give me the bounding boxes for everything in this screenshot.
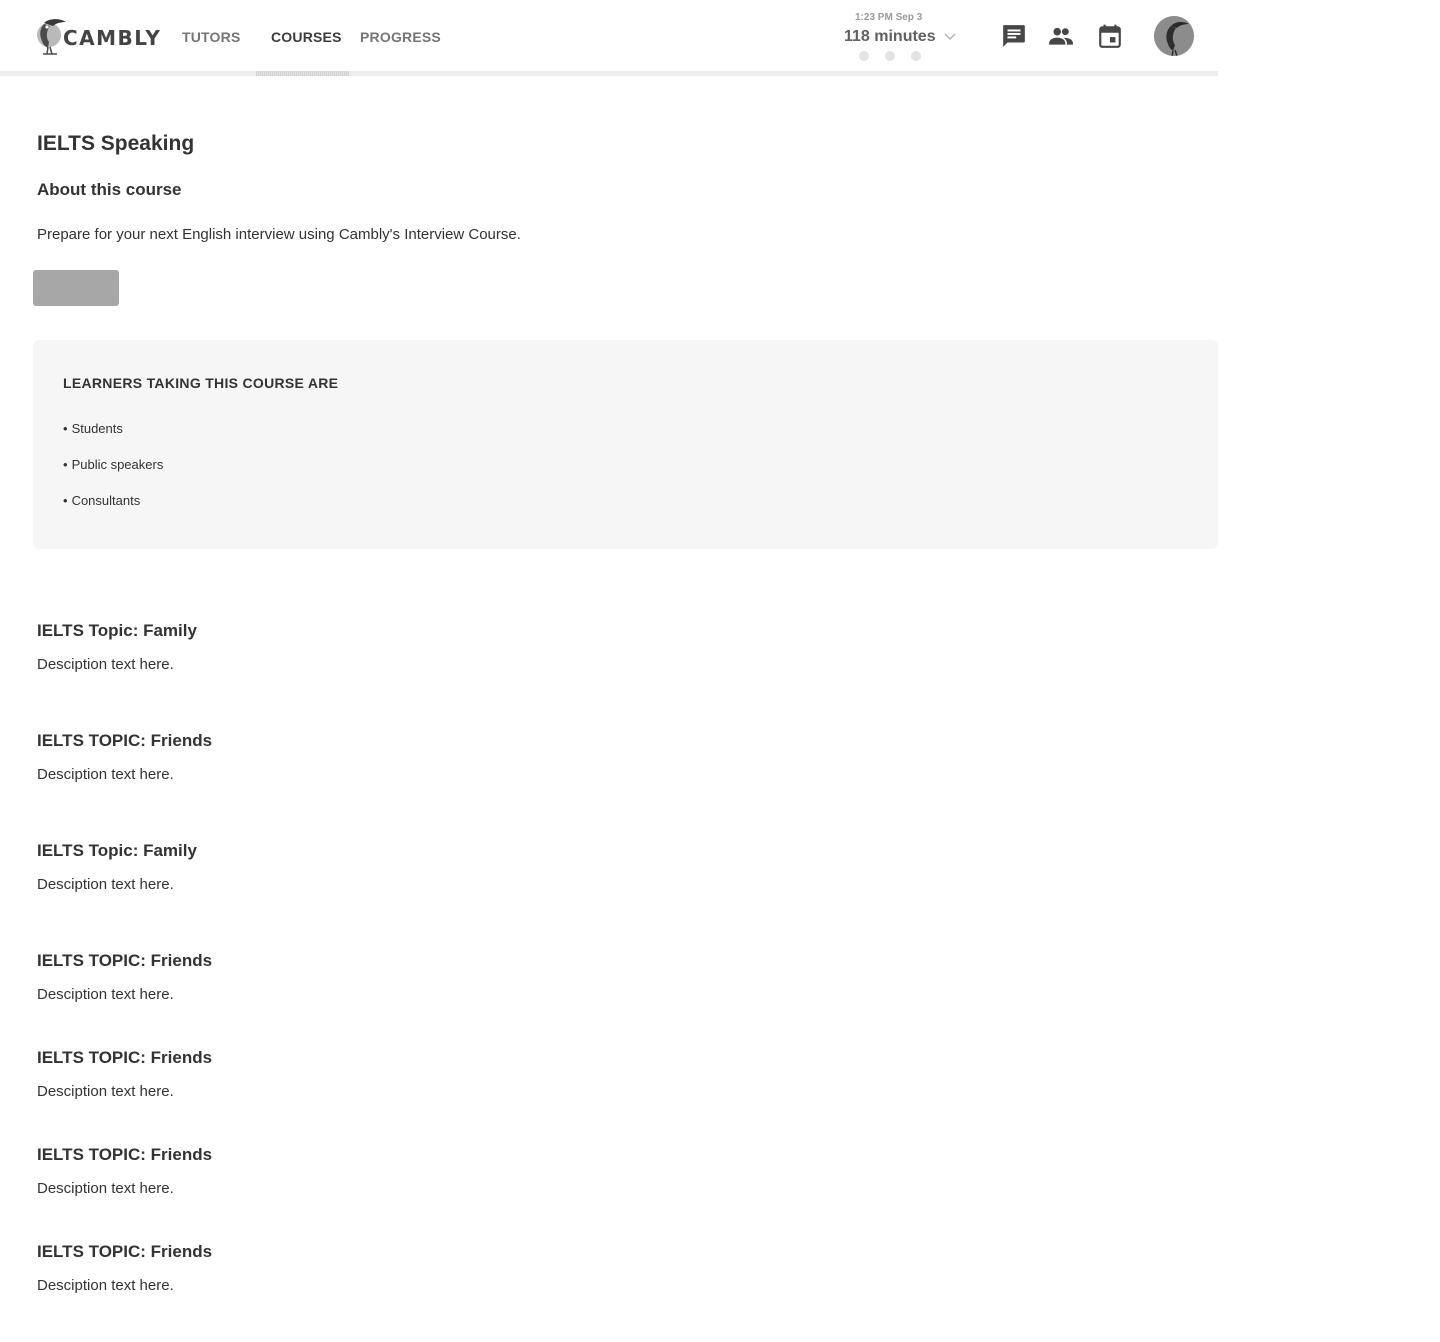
topic-description: Desciption text here. xyxy=(37,876,174,893)
chat-icon[interactable] xyxy=(1001,23,1027,49)
topic-item: IELTS TOPIC: Friends Desciption text her… xyxy=(37,950,1137,1004)
chevron-down-icon xyxy=(944,33,956,40)
topic-description: Desciption text here. xyxy=(37,1277,174,1294)
topic-description: Desciption text here. xyxy=(37,1083,174,1100)
nav-progress[interactable]: PROGRESS xyxy=(360,28,441,46)
calendar-icon[interactable] xyxy=(1097,23,1123,49)
minutes-balance-dropdown[interactable]: 1:23 PM Sep 3 118 minutes xyxy=(836,11,956,63)
learners-panel: LEARNERS TAKING THIS COURSE ARE Students… xyxy=(33,340,1218,549)
topic-title[interactable]: IELTS Topic: Family xyxy=(37,840,197,861)
topic-description: Desciption text here. xyxy=(37,656,174,673)
learner-type-label: Students xyxy=(71,421,123,436)
topic-title[interactable]: IELTS TOPIC: Friends xyxy=(37,1241,212,1262)
course-action-button[interactable] xyxy=(33,270,119,306)
nav-tutors[interactable]: TUTORS xyxy=(182,28,241,46)
learner-type-item: Consultants xyxy=(63,493,163,529)
learners-list: Students Public speakers Consultants xyxy=(63,421,164,529)
minutes-remaining: 118 minutes xyxy=(844,28,936,45)
topic-description: Desciption text here. xyxy=(37,766,174,783)
learner-type-item: Public speakers xyxy=(63,457,164,493)
topic-description: Desciption text here. xyxy=(37,1180,174,1197)
topic-item: IELTS TOPIC: Friends Desciption text her… xyxy=(37,1241,1137,1295)
header-divider xyxy=(0,71,1218,76)
cambly-logo[interactable]: CAMBLY xyxy=(35,14,161,58)
learner-type-label: Consultants xyxy=(71,493,141,508)
topic-title[interactable]: IELTS Topic: Family xyxy=(37,620,197,641)
topic-item: IELTS TOPIC: Friends Desciption text her… xyxy=(37,730,1137,784)
topic-title[interactable]: IELTS TOPIC: Friends xyxy=(37,730,212,751)
logo-wordmark: CAMBLY xyxy=(63,25,162,50)
user-avatar[interactable] xyxy=(1154,16,1194,56)
topic-item: IELTS Topic: Family Desciption text here… xyxy=(37,620,1137,674)
learner-type-item: Students xyxy=(63,421,163,457)
top-navbar: CAMBLY TUTORS COURSES PROGRESS 1:23 PM S… xyxy=(0,0,1218,72)
topic-item: IELTS TOPIC: Friends Desciption text her… xyxy=(37,1047,1137,1101)
topic-item: IELTS TOPIC: Friends Desciption text her… xyxy=(37,1144,1137,1198)
course-description: Prepare for your next English interview … xyxy=(37,226,521,243)
loading-dots xyxy=(859,51,921,61)
topic-item: IELTS Topic: Family Desciption text here… xyxy=(37,840,1137,894)
about-heading: About this course xyxy=(37,180,182,199)
dot xyxy=(859,51,869,61)
learners-heading: LEARNERS TAKING THIS COURSE ARE xyxy=(63,375,339,391)
topic-title[interactable]: IELTS TOPIC: Friends xyxy=(37,950,212,971)
learner-type-label: Public speakers xyxy=(71,457,164,472)
people-icon[interactable] xyxy=(1048,23,1074,49)
nav-courses[interactable]: COURSES xyxy=(271,28,342,46)
topic-description: Desciption text here. xyxy=(37,986,174,1003)
clock-timestamp: 1:23 PM Sep 3 xyxy=(855,12,923,23)
avatar-toucan-icon xyxy=(1154,16,1194,56)
course-title: IELTS Speaking xyxy=(37,132,195,155)
topic-title[interactable]: IELTS TOPIC: Friends xyxy=(37,1047,212,1068)
dot xyxy=(911,51,921,61)
dot xyxy=(885,51,895,61)
active-tab-indicator xyxy=(256,71,349,76)
topic-title[interactable]: IELTS TOPIC: Friends xyxy=(37,1144,212,1165)
